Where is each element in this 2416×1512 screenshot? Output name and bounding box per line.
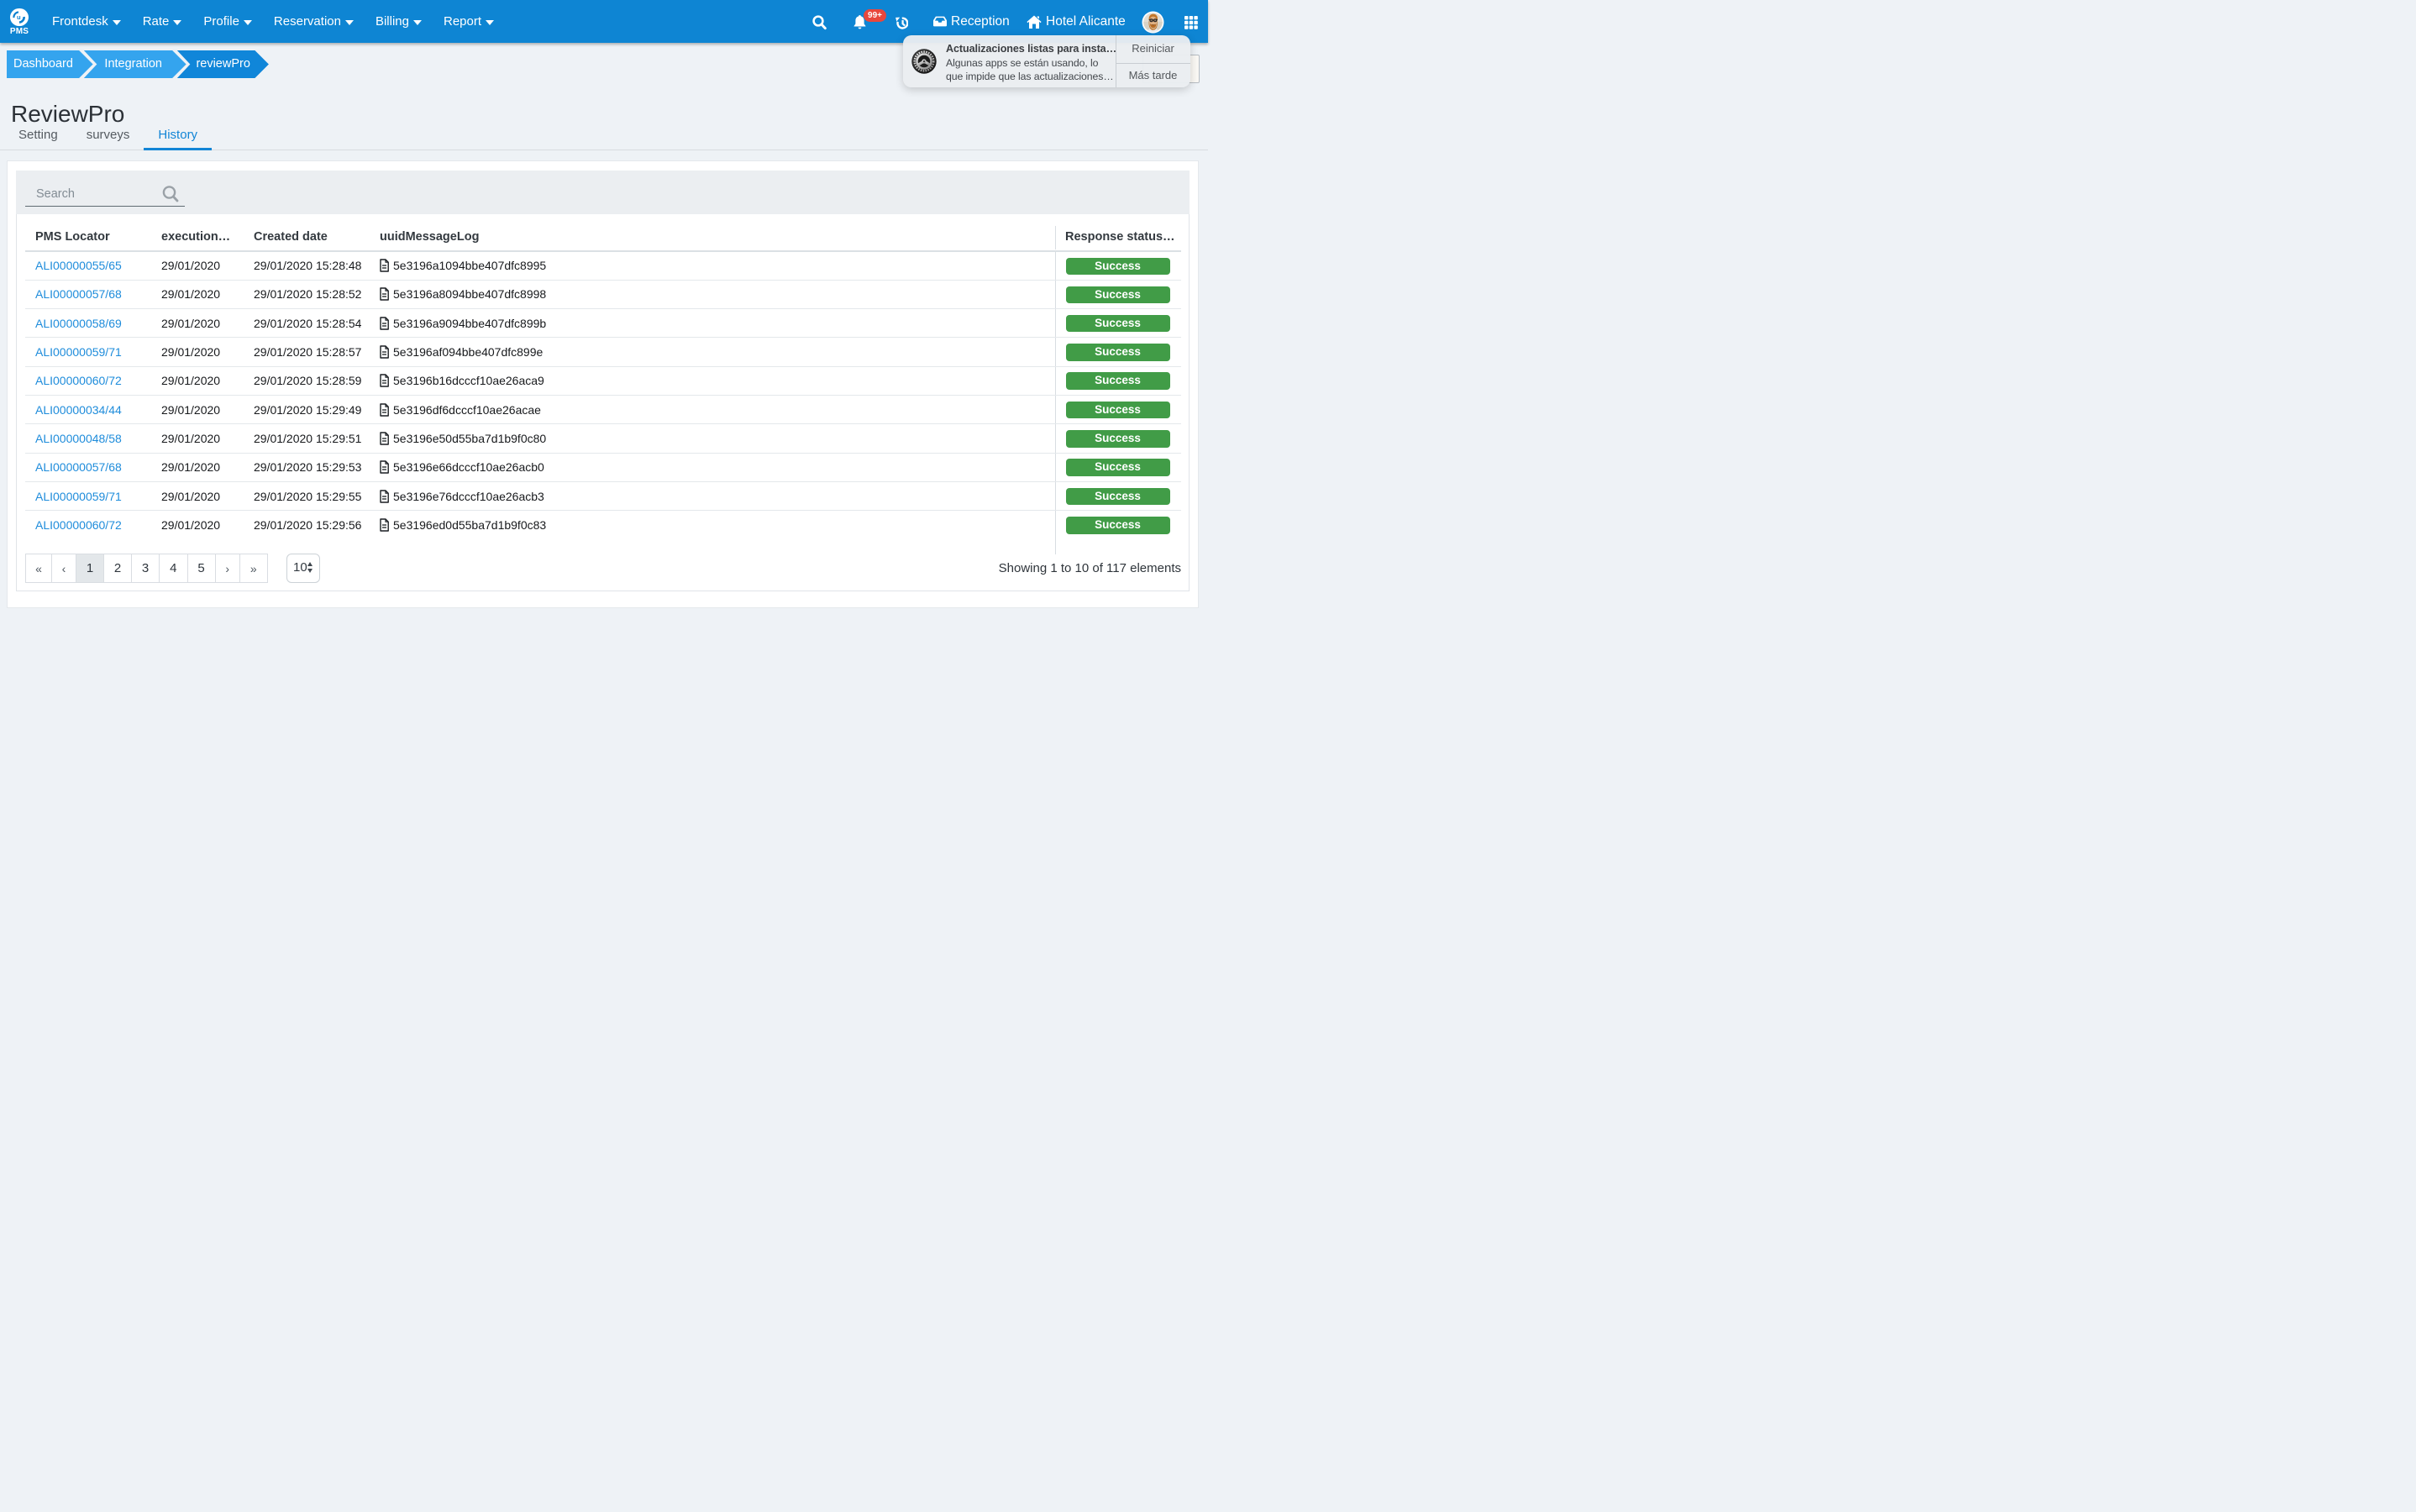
svg-text:u: u	[17, 13, 21, 21]
